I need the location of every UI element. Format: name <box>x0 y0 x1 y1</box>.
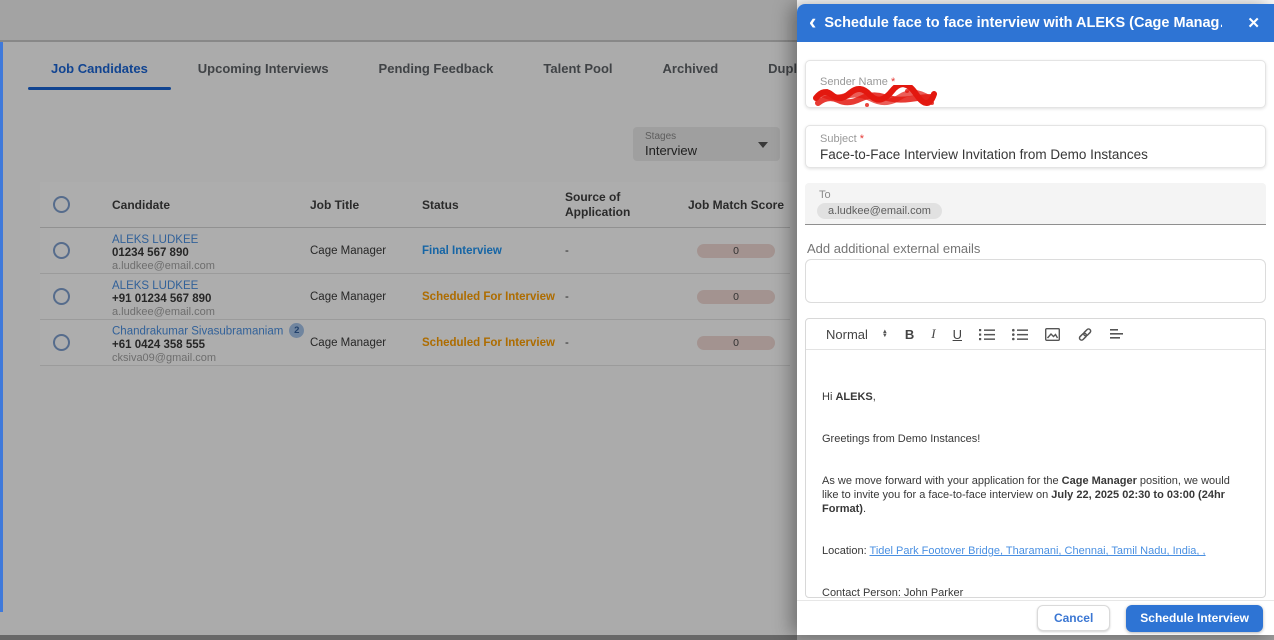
sender-name-field[interactable]: Sender Name * <box>805 60 1266 108</box>
editor-toolbar: Normal ▲ ▼ B I U <box>806 319 1265 350</box>
additional-emails-label: Add additional external emails <box>807 241 981 256</box>
subject-label: Subject * <box>820 133 865 145</box>
panel-header: ‹ Schedule face to face interview with A… <box>797 4 1274 42</box>
redacted-sender-value <box>813 85 937 107</box>
additional-emails-input[interactable] <box>805 259 1266 303</box>
panel-footer: Cancel Schedule Interview <box>797 600 1274 635</box>
format-select-arrows-icon: ▲ ▼ <box>881 329 888 339</box>
subject-value: Face-to-Face Interview Invitation from D… <box>820 147 1148 162</box>
back-icon[interactable]: ‹ <box>809 11 816 33</box>
format-select[interactable]: Normal ▲ ▼ <box>826 327 888 342</box>
to-field[interactable]: To a.ludkee@email.com <box>805 183 1266 225</box>
invitation-paragraph: As we move forward with your application… <box>822 475 1230 515</box>
bullet-list-icon[interactable] <box>1011 328 1028 341</box>
email-body-editor: Normal ▲ ▼ B I U Hi ALEKS, Greetings fro… <box>805 318 1266 598</box>
intro-line: Greetings from Demo Instances! <box>822 433 981 445</box>
greeting-line: Hi ALEKS, <box>822 391 876 403</box>
recipient-chip: a.ludkee@email.com <box>817 203 942 219</box>
align-left-icon[interactable] <box>1109 328 1124 340</box>
ordered-list-icon[interactable] <box>978 328 995 341</box>
email-body-content[interactable]: Hi ALEKS, Greetings from Demo Instances!… <box>806 350 1265 598</box>
modal-backdrop[interactable] <box>0 0 797 640</box>
schedule-interview-button[interactable]: Schedule Interview <box>1126 604 1263 632</box>
location-line: Location: Tidel Park Footover Bridge, Th… <box>822 545 1206 557</box>
link-icon[interactable] <box>1077 327 1093 342</box>
underline-icon[interactable]: U <box>953 327 962 342</box>
cancel-button[interactable]: Cancel <box>1036 605 1111 631</box>
bold-icon[interactable]: B <box>905 327 914 342</box>
image-icon[interactable] <box>1044 327 1060 341</box>
window-edge-accent <box>0 42 3 612</box>
contact-person-line: Contact Person: John Parker <box>822 587 964 598</box>
app-root: Job Candidates Upcoming Interviews Pendi… <box>0 0 1274 640</box>
to-label: To <box>819 189 831 201</box>
subject-field[interactable]: Subject * Face-to-Face Interview Invitat… <box>805 125 1266 168</box>
close-icon[interactable]: ✕ <box>1247 14 1260 32</box>
italic-icon[interactable]: I <box>931 326 935 342</box>
location-link[interactable]: Tidel Park Footover Bridge, Tharamani, C… <box>870 545 1206 557</box>
schedule-interview-panel: ‹ Schedule face to face interview with A… <box>797 4 1274 635</box>
panel-title: Schedule face to face interview with ALE… <box>824 15 1223 31</box>
required-asterisk: * <box>859 133 865 145</box>
